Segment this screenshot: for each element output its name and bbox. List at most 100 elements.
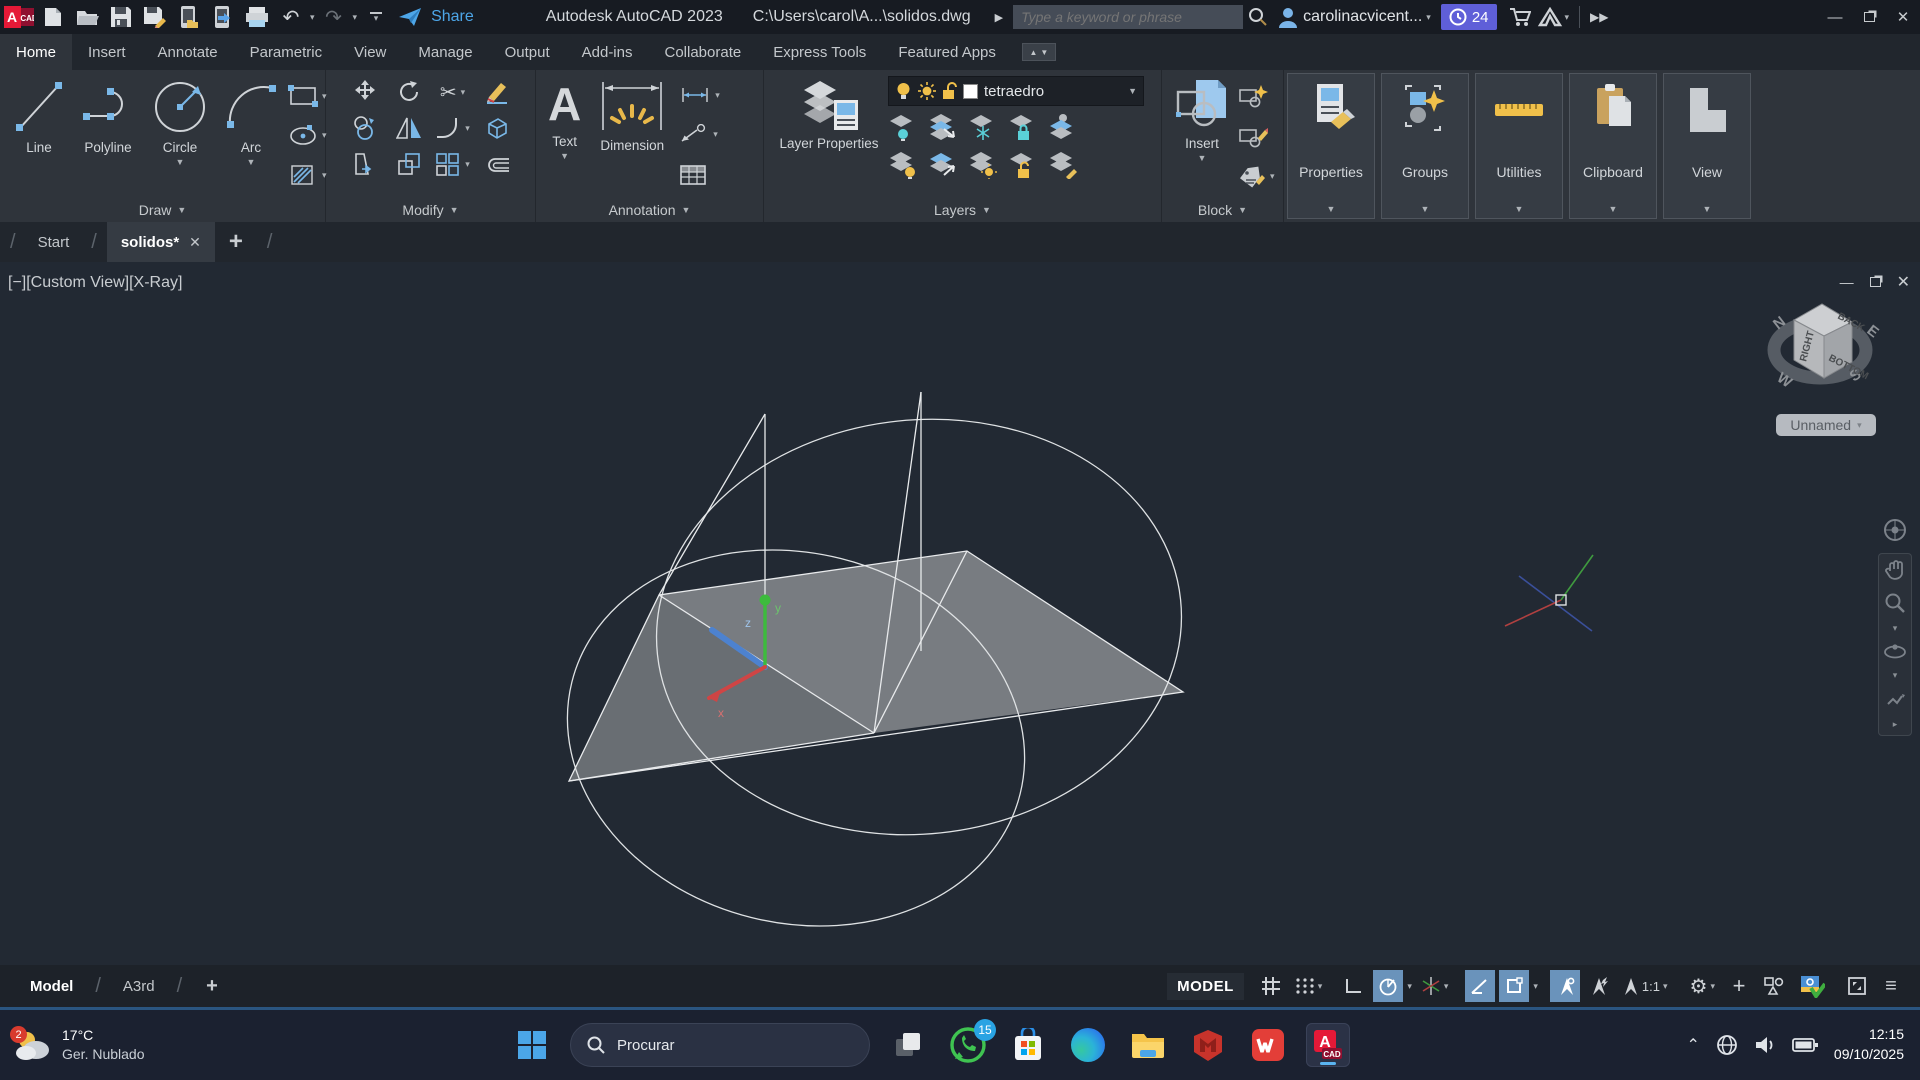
user-avatar-icon[interactable] [1273,3,1303,31]
edit-block-button[interactable] [1238,124,1275,148]
edge-browser-icon[interactable] [1066,1023,1110,1067]
viewport-minimize-icon[interactable]: — [1840,274,1854,290]
tab-collaborate[interactable]: Collaborate [648,34,757,70]
start-tab[interactable]: Start [26,234,82,251]
drawing-viewport[interactable]: z y x [−][Custom View][X-Ray] — ✕ N E S … [0,262,1920,965]
ortho-mode-toggle[interactable] [1339,970,1369,1002]
layer-select-dropdown[interactable]: tetraedro ▼ [888,76,1144,106]
viewport-controls-label[interactable]: [−][Custom View][X-Ray] [8,274,182,292]
polar-tracking-toggle[interactable] [1373,970,1403,1002]
view-panel-tile[interactable]: View ▼ [1663,73,1751,219]
document-tab-solidos[interactable]: solidos* ✕ [107,222,215,262]
close-button[interactable]: ✕ [1886,3,1920,31]
insert-block-button[interactable]: Insert ▼ [1168,74,1236,198]
ellipse-button[interactable]: ▾ [288,124,327,146]
grid-display-toggle[interactable] [1256,970,1286,1002]
keyword-search-input[interactable] [1013,5,1243,29]
line-button[interactable]: Line [6,74,72,198]
hatch-button[interactable]: ▾ [288,162,327,188]
tab-view[interactable]: View [338,34,402,70]
save-button[interactable] [106,3,136,31]
undo-caret-icon[interactable]: ▾ [310,13,315,22]
tab-annotate[interactable]: Annotate [142,34,234,70]
workspace-caret-icon[interactable]: ▾ [1710,982,1715,991]
circle-caret-icon[interactable]: ▼ [176,158,185,167]
polyline-button[interactable]: Polyline [72,74,144,198]
layer-make-current-icon[interactable] [1048,113,1078,141]
weather-widget[interactable]: 2 17°C Ger. Nublado [0,1026,240,1064]
viewcube[interactable]: N E S W BACK RIGHT BOTTOM [1762,290,1882,410]
microsoft-store-icon[interactable] [1006,1023,1050,1067]
linear-dimension-caret-icon[interactable]: ▾ [715,91,720,100]
fillet-caret-icon[interactable]: ▾ [465,124,470,133]
array-caret-icon[interactable]: ▾ [465,160,470,169]
autocad-app-logo[interactable]: ACAD [4,3,34,31]
layer-dropdown-caret-icon[interactable]: ▼ [1128,87,1137,96]
tab-manage[interactable]: Manage [402,34,488,70]
erase-button[interactable] [483,79,511,105]
rectangle-button[interactable]: ▾ [288,84,327,108]
tab-express-tools[interactable]: Express Tools [757,34,882,70]
mirror-button[interactable] [396,116,422,140]
customize-qat-button[interactable]: ▾ [361,3,391,31]
groups-panel-tile[interactable]: Groups ▼ [1381,73,1469,219]
layer-thaw-all-icon[interactable] [968,151,998,179]
text-button[interactable]: A Text ▼ [542,74,587,198]
layer-off-icon[interactable] [888,113,918,141]
circle-button[interactable]: Circle ▼ [144,74,216,198]
trim-caret-icon[interactable]: ▾ [461,88,466,97]
layer-unlock-all-icon[interactable] [1008,151,1038,179]
annotation-scale-button[interactable]: 1:1 ▾ [1618,970,1673,1002]
utilities-panel-tile[interactable]: Utilities ▼ [1475,73,1563,219]
create-block-button[interactable] [1238,84,1275,108]
save-to-web-mobile-button[interactable] [208,3,238,31]
mcafee-icon[interactable] [1186,1023,1230,1067]
named-view-dropdown[interactable]: Unnamed ▾ [1776,414,1876,436]
dimension-button[interactable]: Dimension [587,74,677,198]
layer-properties-button[interactable]: Layer Properties [770,74,888,198]
whatsapp-icon[interactable]: 15 [946,1023,990,1067]
customization-menu-button[interactable]: ≡ [1876,970,1906,1002]
close-document-tab-icon[interactable]: ✕ [189,234,201,251]
clipboard-panel-tile[interactable]: Clipboard ▼ [1569,73,1657,219]
share-icon[interactable] [395,3,425,31]
polar-caret-icon[interactable]: ▾ [1407,982,1412,991]
text-caret-icon[interactable]: ▼ [560,152,569,161]
layer-match-icon[interactable] [928,151,958,179]
user-name[interactable]: carolinacvicent... [1303,8,1422,26]
object-snap-toggle[interactable] [1499,970,1529,1002]
tab-add-ins[interactable]: Add-ins [566,34,649,70]
open-file-button[interactable] [72,3,102,31]
annotation-monitor-plus-button[interactable]: + [1724,970,1754,1002]
autodesk-logo-icon[interactable] [1535,3,1565,31]
layers-panel-label[interactable]: Layers▼ [764,198,1161,222]
modify-panel-label[interactable]: Modify▼ [326,198,535,222]
move-button[interactable] [352,79,378,105]
navbar-more-caret-icon[interactable]: ▸ [1893,720,1898,729]
object-snap-tracking-toggle[interactable] [1465,970,1495,1002]
annotation-visibility-toggle[interactable] [1550,970,1580,1002]
tab-insert[interactable]: Insert [72,34,142,70]
block-panel-label[interactable]: Block▼ [1162,198,1283,222]
minimize-button[interactable]: — [1818,3,1852,31]
offset-button[interactable] [483,153,511,175]
tab-parametric[interactable]: Parametric [234,34,339,70]
open-from-web-mobile-button[interactable] [174,3,204,31]
arc-caret-icon[interactable]: ▼ [247,158,256,167]
stretch-button[interactable] [352,151,378,177]
ribbon-minimize-button[interactable]: ▲▼ [1022,43,1056,61]
autocad-taskbar-icon[interactable]: ACAD [1306,1023,1350,1067]
attributes-caret-icon[interactable]: ▾ [1270,172,1275,181]
osnap-caret-icon[interactable]: ▾ [1533,982,1538,991]
layer-freeze-icon[interactable] [968,113,998,141]
annotation-panel-label[interactable]: Annotation▼ [536,198,763,222]
new-file-button[interactable] [38,3,68,31]
scale-button[interactable] [396,151,422,177]
trim-button[interactable]: ✂▾ [440,80,465,105]
speaker-icon[interactable] [1754,1035,1776,1055]
wps-office-icon[interactable] [1246,1023,1290,1067]
layer-turn-on-icon[interactable] [888,151,918,179]
snap-caret-icon[interactable]: ▾ [1318,982,1323,991]
layer-change-icon[interactable] [1048,151,1078,179]
explode-button[interactable] [484,115,510,141]
